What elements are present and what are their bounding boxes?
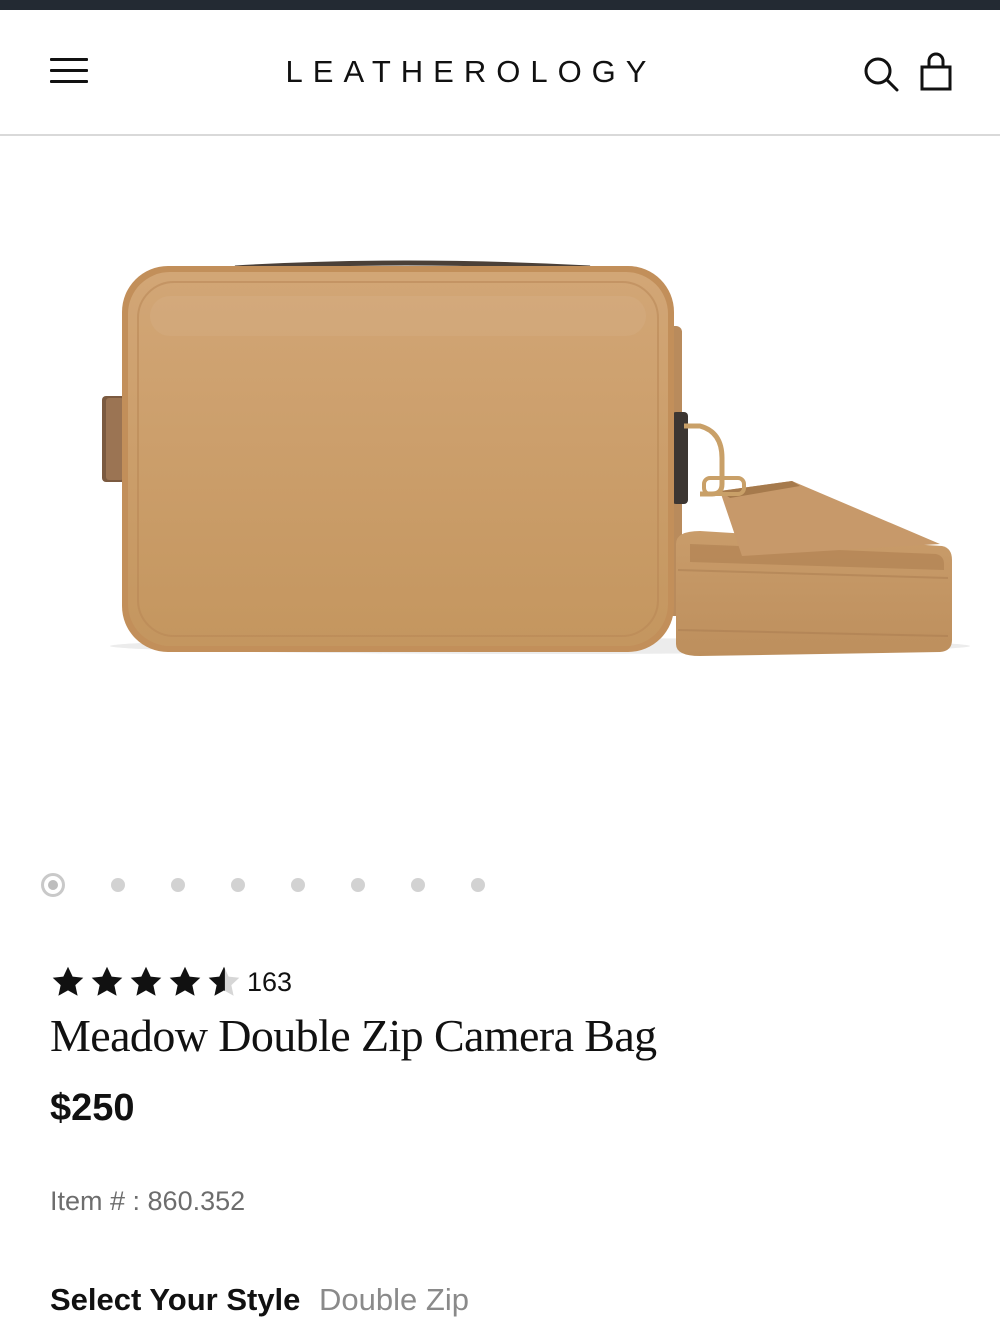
carousel-dot-3[interactable] xyxy=(171,878,185,892)
star-icon xyxy=(52,966,84,996)
status-bar xyxy=(0,0,1000,10)
carousel-dot-5[interactable] xyxy=(291,878,305,892)
shopping-bag-icon xyxy=(920,52,952,91)
image-carousel-dots xyxy=(38,868,508,902)
camera-bag-image xyxy=(102,260,970,656)
star-icon xyxy=(91,966,123,996)
style-selector: Select Your Style Double Zip xyxy=(50,1280,469,1320)
site-logo[interactable]: LEATHEROLOGY xyxy=(0,50,1000,94)
carousel-dot-1[interactable] xyxy=(41,873,65,897)
search-button[interactable] xyxy=(860,54,900,94)
carousel-dot-6[interactable] xyxy=(351,878,365,892)
site-header: LEATHEROLOGY xyxy=(0,10,1000,136)
product-image[interactable] xyxy=(0,136,1000,836)
review-count: 163 xyxy=(247,967,293,997)
product-rating[interactable]: 163 xyxy=(50,962,292,1002)
product-price: $250 xyxy=(50,1087,135,1129)
carousel-dot-2[interactable] xyxy=(111,878,125,892)
star-icon xyxy=(130,966,162,996)
selected-style-value: Double Zip xyxy=(319,1282,469,1317)
item-number: Item # : 860.352 xyxy=(50,1186,246,1216)
style-selector-label: Select Your Style xyxy=(50,1282,301,1317)
product-page: LEATHEROLOGY 163 Meadow Double Zip Camer… xyxy=(0,0,1000,1333)
cart-button[interactable] xyxy=(916,50,956,94)
carousel-dot-4[interactable] xyxy=(231,878,245,892)
product-title: Meadow Double Zip Camera Bag xyxy=(50,1010,657,1061)
star-icon xyxy=(169,966,201,996)
carousel-dot-8[interactable] xyxy=(471,878,485,892)
half-star-icon xyxy=(208,966,240,996)
search-icon xyxy=(864,57,899,92)
logo-text: LEATHEROLOGY xyxy=(285,54,657,89)
star-rating xyxy=(50,964,245,1000)
carousel-dot-7[interactable] xyxy=(411,878,425,892)
